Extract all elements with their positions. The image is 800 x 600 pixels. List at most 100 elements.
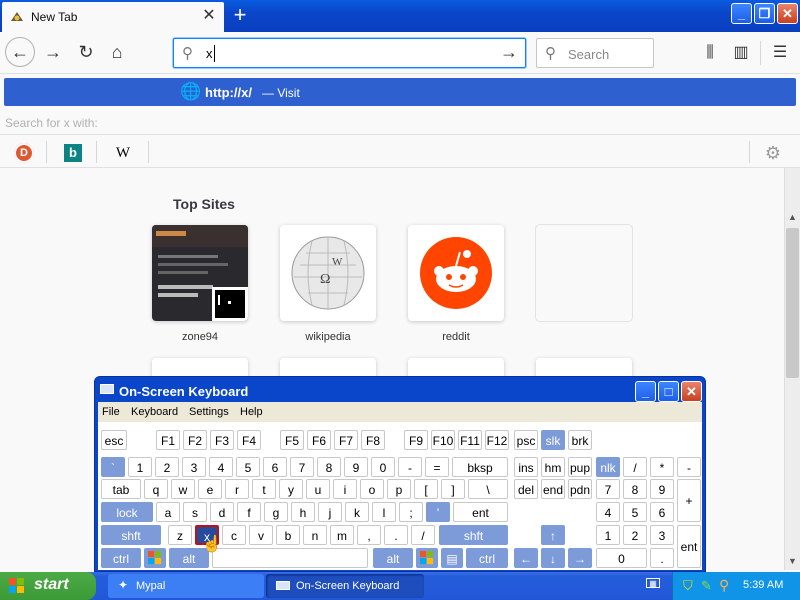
url-input-value[interactable]: x <box>206 46 213 61</box>
key-F1[interactable]: F1 <box>156 430 180 450</box>
gear-icon[interactable]: ⚙ <box>762 142 784 164</box>
key-m[interactable]: m <box>330 525 354 545</box>
key-plus[interactable]: + <box>677 479 701 522</box>
menu-settings[interactable]: Settings <box>189 406 229 418</box>
key-shft[interactable]: shft <box>101 525 161 545</box>
key-minus[interactable]: - <box>398 457 422 477</box>
windows-key-icon[interactable] <box>144 548 166 568</box>
key-slk[interactable]: slk <box>541 430 565 450</box>
key-esc[interactable]: esc <box>101 430 127 450</box>
key-psc[interactable]: psc <box>514 430 538 450</box>
key-backtick[interactable]: ` <box>101 457 125 477</box>
menu-help[interactable]: Help <box>240 406 263 418</box>
key-h[interactable]: h <box>291 502 315 522</box>
sidebar-icon[interactable]: ▥ <box>729 41 753 65</box>
url-bar[interactable]: ⚲ x → <box>173 38 526 68</box>
key-left[interactable]: ← <box>514 548 538 568</box>
tab-new-tab[interactable]: New Tab ✕ <box>2 2 224 32</box>
key-o[interactable]: o <box>360 479 384 499</box>
back-button[interactable]: ← <box>5 37 35 67</box>
top-site-reddit[interactable] <box>408 225 504 321</box>
key-bksp[interactable]: bksp <box>452 457 508 477</box>
key-7[interactable]: 7 <box>596 479 620 499</box>
key-right[interactable]: → <box>568 548 592 568</box>
restore-button[interactable]: ❐ <box>754 3 775 24</box>
key-w[interactable]: w <box>171 479 195 499</box>
key-ctrl[interactable]: ctrl <box>466 548 508 568</box>
key-F5[interactable]: F5 <box>280 430 304 450</box>
key-3[interactable]: 3 <box>650 525 674 545</box>
key-quote[interactable]: ' <box>426 502 450 522</box>
key-end[interactable]: end <box>541 479 565 499</box>
key-d[interactable]: d <box>210 502 234 522</box>
key-2[interactable]: 2 <box>155 457 179 477</box>
key-lock[interactable]: lock <box>101 502 153 522</box>
key-0[interactable]: 0 <box>596 548 647 568</box>
key-a[interactable]: a <box>156 502 180 522</box>
menu-icon[interactable]: ☰ <box>768 41 792 65</box>
search-tray-icon[interactable]: ⚲ <box>719 577 729 594</box>
key-q[interactable]: q <box>144 479 168 499</box>
key-6[interactable]: 6 <box>650 502 674 522</box>
key-g[interactable]: g <box>264 502 288 522</box>
wikipedia-icon[interactable]: W <box>112 142 134 164</box>
key-8[interactable]: 8 <box>317 457 341 477</box>
key-z[interactable]: z <box>168 525 192 545</box>
key-k[interactable]: k <box>345 502 369 522</box>
key-F10[interactable]: F10 <box>431 430 455 450</box>
key-F4[interactable]: F4 <box>237 430 261 450</box>
key-F6[interactable]: F6 <box>307 430 331 450</box>
suggestion-row[interactable]: 🌐 http://x/ — Visit <box>4 78 796 106</box>
scroll-up-icon[interactable]: ▲ <box>788 212 797 222</box>
key-i[interactable]: i <box>333 479 357 499</box>
key-space[interactable] <box>212 548 368 568</box>
key-p[interactable]: p <box>387 479 411 499</box>
library-icon[interactable]: ⫼ <box>698 41 722 65</box>
key-lbracket[interactable]: [ <box>414 479 438 499</box>
key-hm[interactable]: hm <box>541 457 565 477</box>
key-period[interactable]: . <box>384 525 408 545</box>
key-2[interactable]: 2 <box>623 525 647 545</box>
key-ins[interactable]: ins <box>514 457 538 477</box>
key-e[interactable]: e <box>198 479 222 499</box>
windows-key-icon[interactable] <box>416 548 438 568</box>
taskbar-item-mypal[interactable]: ✦ Mypal <box>108 574 264 598</box>
key-u[interactable]: u <box>306 479 330 499</box>
key-comma[interactable]: , <box>357 525 381 545</box>
shield-icon[interactable]: ⛉ <box>683 578 693 594</box>
key-alt[interactable]: alt <box>373 548 413 568</box>
key-4[interactable]: 4 <box>596 502 620 522</box>
minimize-button[interactable]: _ <box>731 3 752 24</box>
keyboard-language-icon[interactable]: ▦ <box>646 578 660 588</box>
key-shft[interactable]: shft <box>439 525 508 545</box>
key-slash[interactable]: / <box>623 457 647 477</box>
key-backslash[interactable]: \ <box>468 479 508 499</box>
key-s[interactable]: s <box>183 502 207 522</box>
key-semicolon[interactable]: ; <box>399 502 423 522</box>
key-tab[interactable]: tab <box>101 479 141 499</box>
key-c[interactable]: c <box>222 525 246 545</box>
key-9[interactable]: 9 <box>650 479 674 499</box>
key-0[interactable]: 0 <box>371 457 395 477</box>
osk-minimize-button[interactable]: _ <box>635 381 656 402</box>
key-slash[interactable]: / <box>411 525 435 545</box>
key-F11[interactable]: F11 <box>458 430 482 450</box>
key-5[interactable]: 5 <box>623 502 647 522</box>
key-ctrl[interactable]: ctrl <box>101 548 141 568</box>
osk-close-button[interactable]: ✕ <box>681 381 702 402</box>
key-t[interactable]: t <box>252 479 276 499</box>
key-j[interactable]: j <box>318 502 342 522</box>
key-F3[interactable]: F3 <box>210 430 234 450</box>
key-y[interactable]: y <box>279 479 303 499</box>
key-r[interactable]: r <box>225 479 249 499</box>
top-site-wikipedia[interactable]: Ω W <box>280 225 376 321</box>
key-rbracket[interactable]: ] <box>441 479 465 499</box>
key-6[interactable]: 6 <box>263 457 287 477</box>
close-window-button[interactable]: ✕ <box>777 3 798 24</box>
osk-maximize-button[interactable]: □ <box>658 381 679 402</box>
key-equals[interactable]: = <box>425 457 449 477</box>
menu-file[interactable]: File <box>102 406 120 418</box>
key-period[interactable]: . <box>650 548 674 568</box>
taskbar-item-osk[interactable]: On-Screen Keyboard <box>266 574 424 598</box>
key-9[interactable]: 9 <box>344 457 368 477</box>
